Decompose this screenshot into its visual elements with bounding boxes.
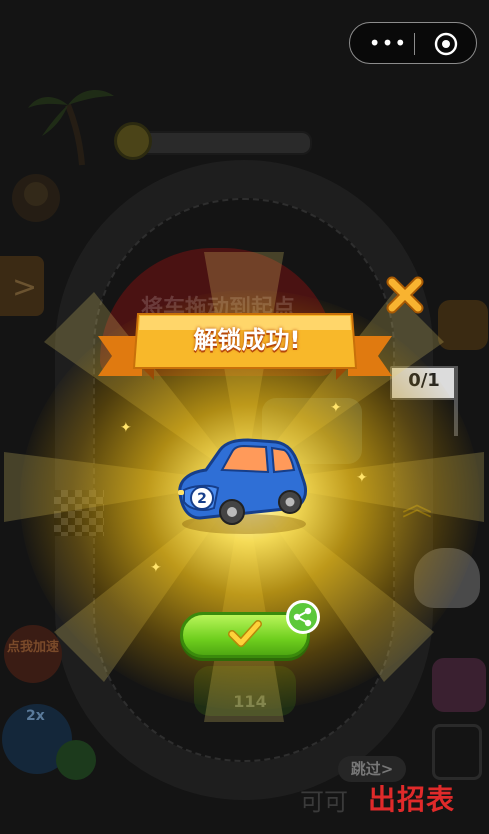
new-player-badge-icon[interactable] <box>10 172 62 224</box>
watermark-faint: 可可 <box>300 788 348 816</box>
share-icon <box>293 607 312 627</box>
dialog-title: 解锁成功! <box>193 326 301 354</box>
sparkle-icon: ✦ <box>356 470 368 486</box>
sparkle-icon: ✦ <box>330 400 342 416</box>
sparkle-icon: ✦ <box>120 420 132 436</box>
close-x-icon[interactable] <box>384 274 426 316</box>
capsule-divider <box>414 33 415 55</box>
unlocked-car-icon: 2 <box>178 438 308 534</box>
check-icon <box>228 620 262 647</box>
target-close-icon[interactable] <box>434 32 458 56</box>
palm-tree-icon <box>28 89 114 166</box>
progress-coin-icon <box>114 122 152 160</box>
mini-program-capsule: ••• <box>349 22 477 64</box>
skip-label: 跳过> <box>350 760 394 778</box>
more-dots-icon[interactable]: ••• <box>368 30 408 56</box>
watermark-text: 出招表 <box>368 783 456 816</box>
car-number: 2 <box>197 491 207 507</box>
sparkle-icon: ✦ <box>150 560 162 576</box>
